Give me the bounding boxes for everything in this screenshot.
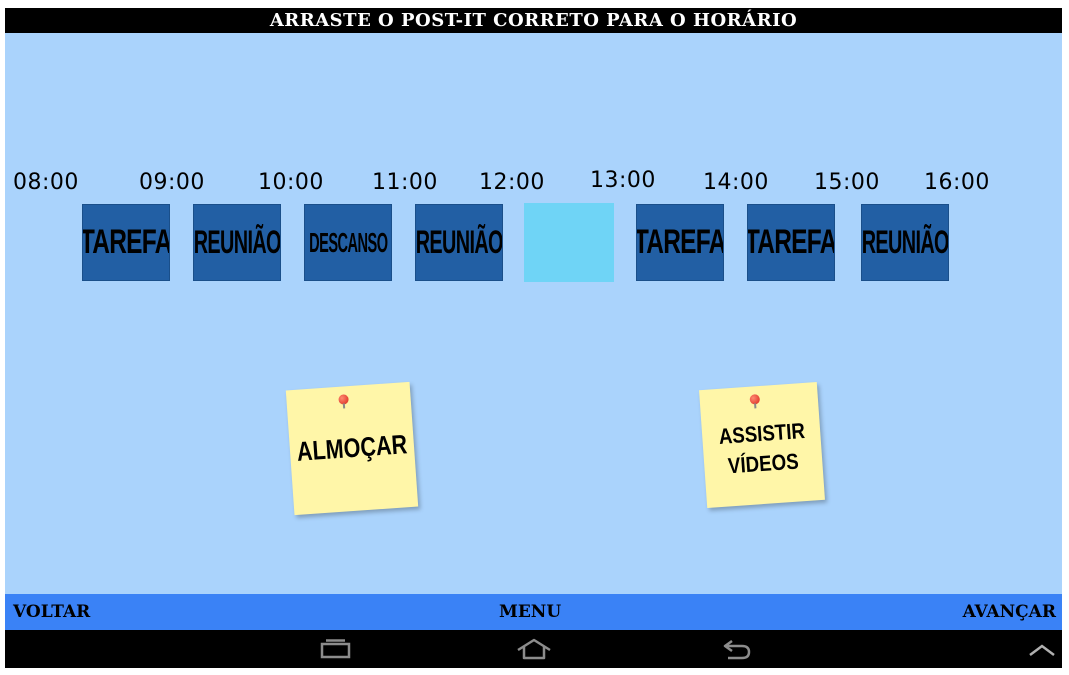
slot-label: TAREFA bbox=[636, 223, 724, 261]
time-label: 10:00 bbox=[258, 170, 324, 195]
back-button[interactable]: VOLTAR bbox=[13, 602, 90, 622]
menu-button[interactable]: MENU bbox=[499, 602, 561, 622]
time-label: 16:00 bbox=[924, 170, 990, 195]
postit-label: ASSISTIR VÍDEOS bbox=[717, 418, 806, 479]
schedule-slot: REUNIÃO bbox=[193, 204, 281, 281]
slot-label: DESCANSO bbox=[308, 226, 388, 258]
slot-label: TAREFA bbox=[747, 223, 835, 261]
schedule-slot: REUNIÃO bbox=[415, 204, 503, 281]
bottom-nav-bar: VOLTAR MENU AVANÇAR bbox=[5, 594, 1062, 630]
time-label: 08:00 bbox=[13, 170, 79, 195]
home-icon[interactable] bbox=[515, 638, 553, 665]
chevron-up-icon[interactable] bbox=[1027, 642, 1057, 663]
schedule-slot: DESCANSO bbox=[304, 204, 392, 281]
schedule-slot: REUNIÃO bbox=[861, 204, 949, 281]
schedule-slot: TAREFA bbox=[747, 204, 835, 281]
postit-almocar[interactable]: ALMOÇAR bbox=[285, 381, 419, 516]
next-button[interactable]: AVANÇAR bbox=[963, 602, 1056, 622]
slot-label: REUNIÃO bbox=[193, 224, 281, 260]
recent-apps-icon[interactable] bbox=[319, 638, 353, 665]
time-label: 14:00 bbox=[703, 170, 769, 195]
schedule-slot: TAREFA bbox=[636, 204, 724, 281]
postit-label: ALMOÇAR bbox=[295, 429, 409, 467]
time-label: 15:00 bbox=[814, 170, 880, 195]
time-label: 13:00 bbox=[590, 168, 656, 193]
slot-label: REUNIÃO bbox=[861, 224, 949, 260]
system-nav-bar bbox=[5, 630, 1062, 668]
instruction-title: ARRASTE O POST-IT CORRETO PARA O HORÁRIO bbox=[5, 8, 1062, 33]
time-label: 12:00 bbox=[479, 170, 545, 195]
slot-label: REUNIÃO bbox=[415, 224, 503, 260]
activity-area bbox=[5, 33, 1062, 594]
back-icon[interactable] bbox=[720, 638, 754, 665]
time-label: 11:00 bbox=[372, 170, 438, 195]
time-label: 09:00 bbox=[139, 170, 205, 195]
schedule-slot: TAREFA bbox=[82, 204, 170, 281]
slot-label: TAREFA bbox=[82, 223, 170, 261]
empty-drop-slot[interactable] bbox=[524, 203, 614, 282]
pushpin-icon bbox=[749, 394, 761, 405]
pushpin-icon bbox=[338, 394, 349, 405]
postit-assistir-videos[interactable]: ASSISTIR VÍDEOS bbox=[699, 382, 825, 508]
